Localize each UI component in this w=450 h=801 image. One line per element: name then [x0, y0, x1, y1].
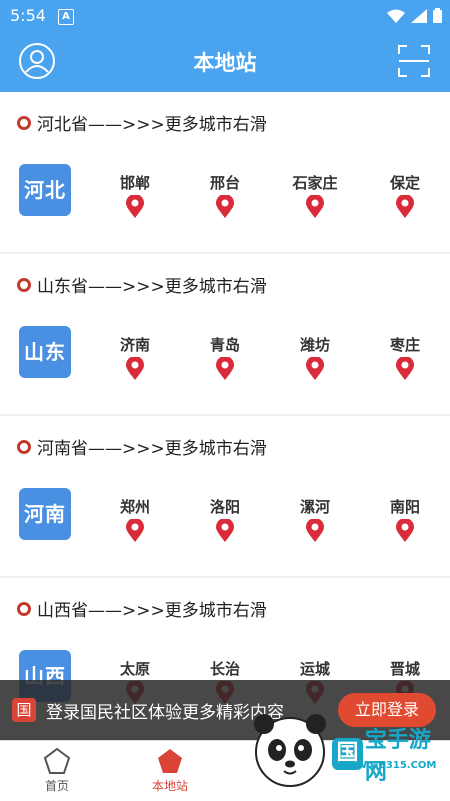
province-section-henan: 河南省——>>>更多城市右滑 河南 郑州 洛阳 漯河 南阳: [0, 416, 450, 576]
tab-local-station[interactable]: 本地站: [130, 747, 210, 794]
status-bar: 5:54 A: [0, 0, 450, 32]
wifi-icon: [387, 9, 405, 23]
location-pin-icon: [306, 357, 324, 380]
page-title: 本地站: [193, 51, 257, 75]
city-item[interactable]: 邢台: [190, 172, 260, 219]
city-item[interactable]: 邯郸: [100, 172, 170, 219]
city-item[interactable]: 潍坊: [280, 334, 350, 381]
battery-icon: [433, 8, 442, 23]
location-pin-icon: [306, 195, 324, 218]
local-station-icon: [158, 749, 182, 773]
location-pin-icon: [216, 519, 234, 542]
watermark-url: WWW.GB315.COM: [334, 760, 437, 771]
city-item[interactable]: 石家庄: [280, 172, 350, 219]
city-item[interactable]: 郑州: [100, 496, 170, 543]
system-icons: [387, 8, 442, 23]
location-pin-icon: [306, 519, 324, 542]
location-pin-icon: [396, 519, 414, 542]
app-header: 本地站: [0, 32, 450, 92]
section-title[interactable]: 山西省——>>>更多城市右滑: [17, 596, 267, 621]
scan-icon[interactable]: [395, 42, 433, 80]
location-pin-icon: [126, 357, 144, 380]
status-time: 5:54: [10, 6, 46, 25]
bullet-icon: [17, 115, 31, 130]
city-item[interactable]: 青岛: [190, 334, 260, 381]
bullet-icon: [17, 439, 31, 454]
tab-home[interactable]: 首页: [17, 747, 97, 794]
location-pin-icon: [396, 195, 414, 218]
location-pin-icon: [396, 357, 414, 380]
watermark: 国 宝手游网 WWW.GB315.COM: [250, 700, 450, 800]
province-list[interactable]: 河北省——>>>更多城市右滑 河北 邯郸 邢台 石家庄 保定 山东省——>>>更…: [0, 92, 450, 742]
bullet-icon: [17, 601, 31, 616]
location-pin-icon: [126, 519, 144, 542]
province-section-hebei: 河北省——>>>更多城市右滑 河北 邯郸 邢台 石家庄 保定: [0, 92, 450, 252]
city-item[interactable]: 南阳: [370, 496, 440, 543]
province-badge[interactable]: 河南: [19, 488, 71, 540]
login-banner-text: 登录国民社区体验更多精彩内容: [46, 703, 284, 723]
city-item[interactable]: 洛阳: [190, 496, 260, 543]
province-badge[interactable]: 山东: [19, 326, 71, 378]
province-section-shandong: 山东省——>>>更多城市右滑 山东 济南 青岛 潍坊 枣庄: [0, 254, 450, 414]
city-item[interactable]: 枣庄: [370, 334, 440, 381]
notification-a-icon: A: [58, 9, 74, 25]
city-item[interactable]: 济南: [100, 334, 170, 381]
province-badge[interactable]: 河北: [19, 164, 71, 216]
bullet-icon: [17, 277, 31, 292]
location-pin-icon: [126, 195, 144, 218]
section-title[interactable]: 河北省——>>>更多城市右滑: [17, 110, 267, 135]
signal-icon: [411, 8, 427, 23]
panda-mascot-icon: [254, 714, 326, 787]
pentagon-home-icon: [43, 747, 71, 774]
watermark-brand: 国 宝手游网: [332, 722, 450, 786]
location-pin-icon: [216, 195, 234, 218]
section-title[interactable]: 山东省——>>>更多城市右滑: [17, 272, 267, 297]
section-title[interactable]: 河南省——>>>更多城市右滑: [17, 434, 267, 459]
community-logo: 国: [12, 698, 36, 722]
city-item[interactable]: 漯河: [280, 496, 350, 543]
location-pin-icon: [216, 357, 234, 380]
city-item[interactable]: 保定: [370, 172, 440, 219]
